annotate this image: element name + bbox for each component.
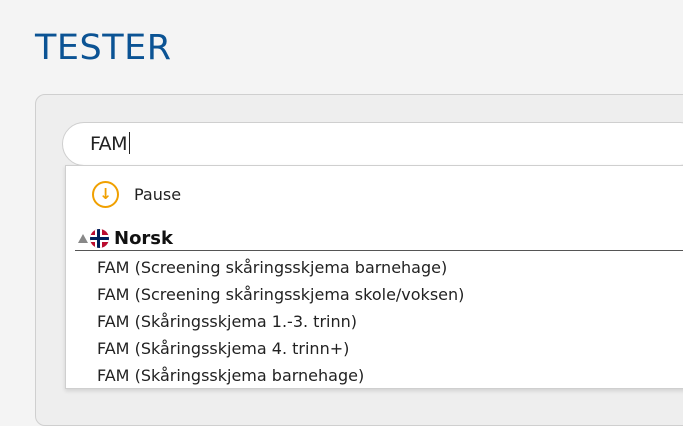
list-item[interactable]: FAM (Skåringsskjema 1.-3. trinn) (97, 312, 357, 331)
norway-flag-icon (90, 228, 109, 248)
text-caret (129, 132, 130, 154)
download-circle-icon: ↓ (92, 180, 119, 208)
list-item[interactable]: FAM (Screening skåringsskjema skole/voks… (97, 285, 464, 304)
collapse-triangle-icon[interactable] (78, 233, 88, 243)
pause-option-label: Pause (134, 184, 182, 204)
pause-option[interactable]: ↓ Pause (92, 178, 181, 210)
list-item[interactable]: FAM (Screening skåringsskjema barnehage) (97, 258, 447, 277)
search-input[interactable] (62, 122, 683, 166)
group-header-norsk[interactable]: Norsk (75, 226, 683, 251)
list-item[interactable]: FAM (Skåringsskjema 4. trinn+) (97, 339, 349, 358)
list-item[interactable]: FAM (Skåringsskjema barnehage) (97, 366, 364, 385)
group-label: Norsk (114, 227, 173, 249)
search-input-value: FAM (90, 133, 128, 155)
page-title: TESTER (35, 28, 172, 68)
